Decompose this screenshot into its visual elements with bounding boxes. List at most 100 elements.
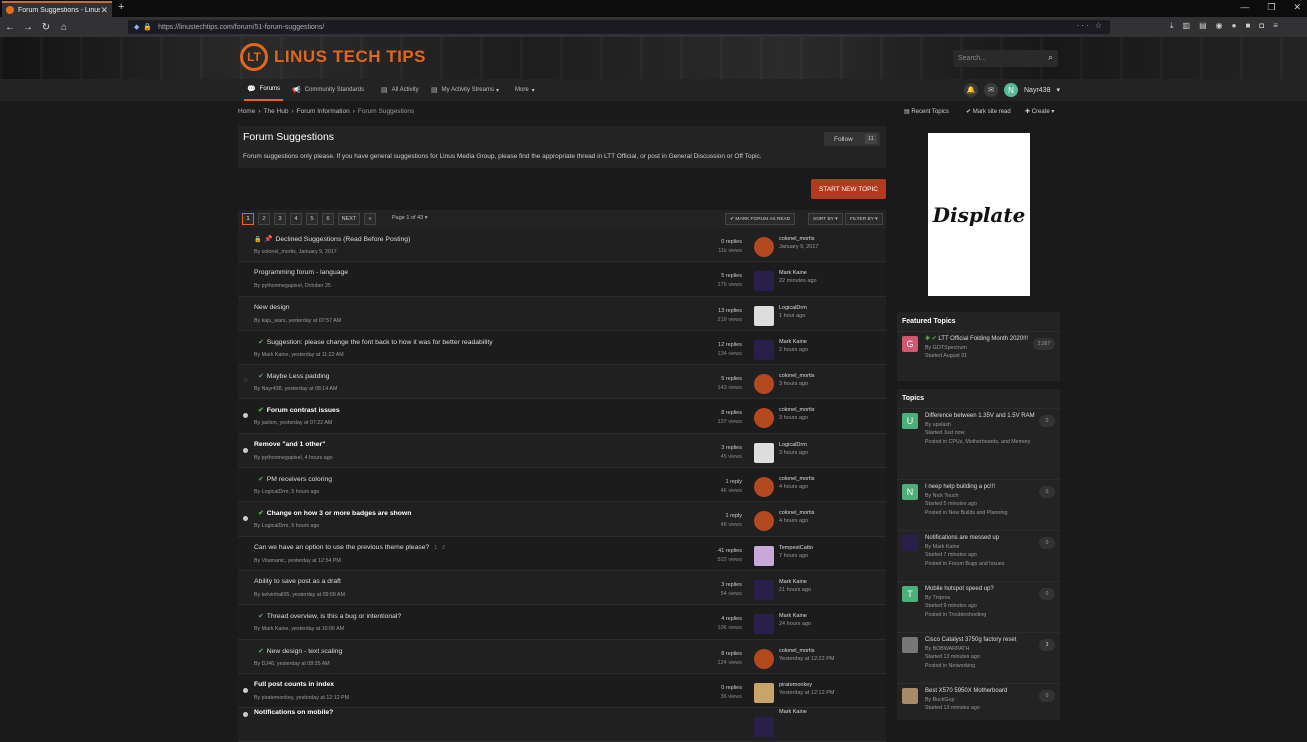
avatar[interactable] <box>754 579 774 600</box>
new-tab-icon[interactable]: + <box>118 1 124 13</box>
avatar[interactable] <box>754 442 774 463</box>
library-icon[interactable]: ▥ <box>1183 21 1191 31</box>
mark-site-read-link[interactable]: ✔ Mark site read <box>966 108 1011 115</box>
topic-title[interactable]: Programming forum - language <box>254 269 348 276</box>
table-row[interactable]: ✔ Forum contrast issues By jaslion, yeste… <box>238 399 886 434</box>
last-poster[interactable]: Mark Kaine <box>779 709 807 715</box>
filter-by-button[interactable]: FILTER BY ▾ <box>845 213 883 225</box>
search-input[interactable]: Search... ⌕ <box>953 50 1058 67</box>
avatar[interactable] <box>754 305 774 326</box>
avatar[interactable] <box>902 535 918 551</box>
back-icon[interactable]: ← <box>2 22 18 33</box>
breadcrumb-forum-information[interactable]: Forum Information <box>297 108 350 115</box>
list-item[interactable]: T Mobile hotspot speed up? By Trojeva St… <box>897 581 1060 632</box>
minimize-icon[interactable]: — <box>1240 2 1249 13</box>
sidebar-topic-author[interactable]: By Trojeva <box>925 594 1055 603</box>
sidebar-topic-title[interactable]: Cisco Catalyst 3750g factory reset <box>925 636 1055 645</box>
nav-forums[interactable]: 💬 Forums <box>244 79 284 101</box>
topic-title[interactable]: ✔ Maybe Less padding <box>258 372 329 380</box>
last-poster[interactable]: colonel_mortis <box>779 407 814 413</box>
last-post-time[interactable]: 24 hours ago <box>779 621 811 627</box>
search-icon[interactable]: ⌕ <box>1048 52 1053 63</box>
browser-tab[interactable]: Forum Suggestions - Linus Tech ✕ <box>2 1 112 17</box>
avatar[interactable]: N <box>1004 83 1018 97</box>
last-poster[interactable]: TempestCatto <box>779 545 813 551</box>
breadcrumb-the-hub[interactable]: The Hub <box>264 108 289 115</box>
last-post-time[interactable]: 3 hours ago <box>779 450 808 456</box>
last-poster[interactable]: colonel_mortis <box>779 373 814 379</box>
avatar[interactable] <box>754 408 774 429</box>
nav-community-standards[interactable]: 📢 Community Standards <box>292 79 364 101</box>
page-button[interactable]: 1 <box>242 213 254 225</box>
menu-icon[interactable]: ≡ <box>1273 21 1278 31</box>
next-page-button[interactable]: NEXT <box>338 213 360 225</box>
last-post-time[interactable]: 22 minutes ago <box>779 278 817 284</box>
nav-all-activity[interactable]: ▤ All Activity <box>381 79 419 101</box>
last-post-time[interactable]: 4 hours ago <box>779 484 808 490</box>
sidebar-topic-title[interactable]: I neep help building a pc!!! <box>925 483 1055 492</box>
topic-title[interactable]: Notifications on mobile? <box>254 709 333 716</box>
bell-icon[interactable]: 🔔 <box>964 83 978 97</box>
avatar[interactable] <box>754 648 774 669</box>
avatar[interactable] <box>754 271 774 292</box>
page-of-dropdown[interactable]: Page 1 of 43 ▾ <box>392 215 428 221</box>
topic-title[interactable]: Ability to save post as a draft <box>254 578 341 585</box>
table-row[interactable]: ✔ PM receivers coloring By LogicalDrm, 5 … <box>238 468 886 503</box>
last-poster[interactable]: colonel_mortis <box>779 510 814 516</box>
page-button[interactable]: 6 <box>322 213 334 225</box>
sidebar-topic-forum[interactable]: Posted in New Builds and Planning <box>925 509 1055 518</box>
sidebar-topic-title[interactable]: Difference between 1.35V and 1.5V RAM <box>925 412 1055 421</box>
recent-topics-link[interactable]: ▤ Recent Topics <box>904 108 949 115</box>
avatar[interactable] <box>754 339 774 360</box>
topic-title[interactable]: ✔ PM receivers coloring <box>258 475 332 483</box>
sidebar-topic-author[interactable]: By Mark Kaine <box>925 543 1055 552</box>
sidebar-topic-author[interactable]: By upslash <box>925 421 1055 430</box>
sidebar-topic-author[interactable]: By Nick Touch <box>925 492 1055 501</box>
topic-title[interactable]: ✔ Suggestion: please change the font back… <box>258 338 493 346</box>
table-row[interactable]: ☆ ✔ Maybe Less padding By Nayr438, yester… <box>238 365 886 400</box>
last-poster[interactable]: colonel_mortis <box>779 648 814 654</box>
last-post-time[interactable]: 3 hours ago <box>779 381 808 387</box>
avatar[interactable] <box>754 614 774 635</box>
table-row[interactable]: Remove "and 1 other" By pythonmegapixel,… <box>238 433 886 469</box>
topic-title[interactable]: ✔ Forum contrast issues <box>258 406 340 414</box>
avatar[interactable] <box>902 637 918 653</box>
last-poster[interactable]: piratemonkey <box>779 682 812 688</box>
avatar[interactable] <box>754 477 774 498</box>
topic-title[interactable]: ✔ Thread overview, is this a bug or inten… <box>258 612 401 620</box>
list-item[interactable]: N I neep help building a pc!!! By Nick T… <box>897 479 1060 530</box>
sidebar-topic-author[interactable]: By BOBWARPATH <box>925 645 1055 654</box>
username[interactable]: Nayr438 <box>1024 87 1050 94</box>
site-logo[interactable]: LT LINUS TECH TIPS <box>240 43 426 71</box>
table-row[interactable]: Ability to save post as a draft By kelvi… <box>238 570 886 606</box>
breadcrumb-home[interactable]: Home <box>238 108 255 115</box>
table-row[interactable]: Notifications on mobile? Mark Kaine <box>238 708 886 742</box>
unread-indicator[interactable] <box>243 687 248 693</box>
table-row[interactable]: Can we have an option to use the previou… <box>238 536 886 571</box>
sidebar-icon[interactable]: ▤ <box>1199 21 1207 31</box>
create-menu[interactable]: ✚ Create ▾ <box>1025 108 1054 115</box>
avatar[interactable] <box>754 511 774 532</box>
sidebar-topic-title[interactable]: Best X570 5950X Motherboard <box>925 687 1055 696</box>
sidebar-topic-title[interactable]: Mobile hotspot speed up? <box>925 585 1055 594</box>
sidebar-topic-forum[interactable]: Posted in Forum Bugs and Issues <box>925 560 1055 569</box>
table-row[interactable]: ✔ Suggestion: please change the font back… <box>238 330 886 366</box>
account-icon[interactable]: ◉ <box>1216 21 1223 31</box>
shield-icon[interactable]: ◆ <box>134 23 139 31</box>
extension-icon[interactable]: ■ <box>1246 21 1251 31</box>
table-row[interactable]: New design By kaju_wars, yesterday at 07… <box>238 296 886 331</box>
last-post-time[interactable]: Yesterday at 12:22 PM <box>779 656 834 662</box>
home-icon[interactable]: ⌂ <box>56 22 72 33</box>
table-row[interactable]: Programming forum - language By pythonme… <box>238 262 886 297</box>
forward-icon[interactable]: → <box>20 22 36 33</box>
last-post-time[interactable]: 2 hours ago <box>779 347 808 353</box>
topic-title[interactable]: Full post counts in index <box>254 681 334 688</box>
page-button[interactable]: 5 <box>306 213 318 225</box>
avatar[interactable] <box>754 545 774 566</box>
topic-title[interactable]: ✔ Change on how 3 or more badges are show… <box>258 509 411 517</box>
page-button[interactable]: 4 <box>290 213 302 225</box>
last-post-time[interactable]: 1 hour ago <box>779 313 805 319</box>
topic-title[interactable]: ✔ New design - text scaling <box>258 647 342 655</box>
sort-by-button[interactable]: SORT BY ▾ <box>808 213 843 225</box>
last-post-time[interactable]: Yesterday at 12:12 PM <box>779 690 834 696</box>
